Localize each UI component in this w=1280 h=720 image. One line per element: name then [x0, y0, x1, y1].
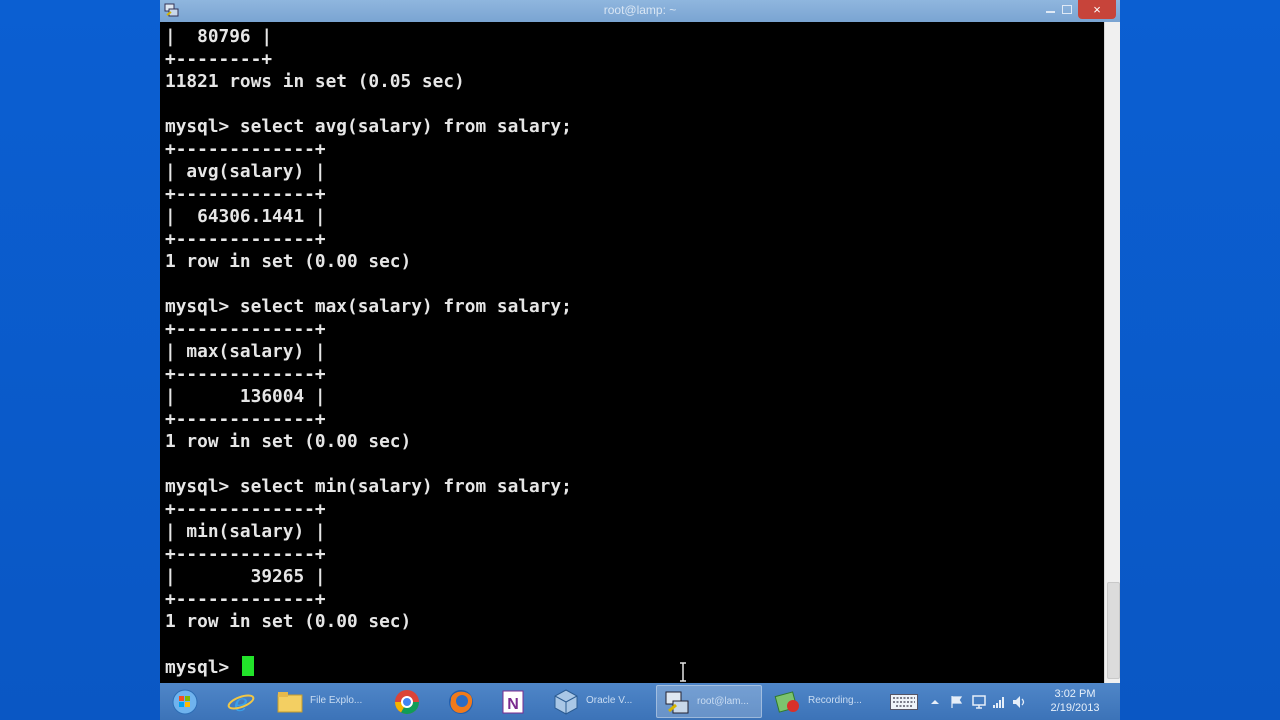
terminal-line: | avg(salary) | — [165, 161, 326, 182]
vertical-scrollbar[interactable] — [1104, 22, 1120, 683]
minimize-button[interactable] — [1038, 0, 1062, 19]
taskbar-clock[interactable]: 3:02 PM 2/19/2013 — [1040, 687, 1110, 715]
terminal-line: | 80796 | — [165, 26, 273, 47]
terminal-line: mysql> select avg(salary) from salary; — [165, 116, 572, 137]
keyboard-icon[interactable] — [890, 694, 918, 710]
minimize-icon — [1046, 11, 1055, 13]
desktop-left — [0, 0, 160, 720]
flag-icon[interactable] — [950, 695, 964, 709]
chrome-icon — [395, 690, 419, 715]
taskbar-putty[interactable]: root@lam... — [656, 685, 762, 718]
svg-text:N: N — [507, 696, 519, 713]
firefox-icon — [449, 690, 473, 714]
terminal-cursor — [241, 656, 254, 676]
terminal-line: | 39265 | — [165, 566, 326, 587]
terminal-line: mysql> select max(salary) from salary; — [165, 296, 572, 317]
svg-text:e: e — [234, 689, 248, 716]
taskbar-file-explorer[interactable]: File Explo... — [270, 685, 374, 718]
window-title: root@lamp: ~ — [603, 3, 677, 17]
terminal-line: +-------------+ — [165, 543, 326, 565]
terminal-line: 1 row in set (0.00 sec) — [165, 431, 412, 452]
recording-icon — [774, 691, 799, 713]
terminal-area[interactable]: | 80796 | +--------+ 11821 rows in set (… — [160, 22, 1104, 683]
taskbar-firefox[interactable] — [440, 685, 482, 718]
chevron-up-icon[interactable] — [930, 697, 940, 707]
terminal-line: +--------+ — [165, 48, 273, 70]
onenote-icon: N — [502, 690, 524, 714]
taskbar-label: Oracle V... — [586, 695, 633, 706]
terminal-line: +-------------+ — [165, 138, 326, 160]
window-titlebar[interactable]: root@lamp: ~ × — [160, 0, 1120, 22]
monitor-icon[interactable] — [972, 695, 986, 709]
putty-icon — [665, 691, 689, 714]
terminal-line: 1 row in set (0.00 sec) — [165, 251, 412, 272]
maximize-icon — [1062, 5, 1072, 14]
terminal-prompt-line[interactable]: mysql> — [165, 656, 572, 679]
terminal-line: +-------------+ — [165, 183, 326, 205]
scrollbar-thumb[interactable] — [1107, 582, 1120, 679]
windows-start-icon — [172, 689, 198, 715]
terminal-line: +-------------+ — [165, 363, 326, 385]
terminal-line: +-------------+ — [165, 408, 326, 430]
terminal-line: 11821 rows in set (0.05 sec) — [165, 71, 465, 92]
terminal-line: | 64306.1441 | — [165, 206, 326, 227]
putty-window[interactable]: root@lamp: ~ × | 80796 | +--------+ 1182… — [160, 0, 1120, 683]
taskbar-virtualbox[interactable]: Oracle V... — [546, 685, 650, 718]
internet-explorer-icon: e — [227, 689, 255, 716]
taskbar-label: Recording... — [808, 695, 862, 706]
folder-icon — [277, 692, 303, 713]
terminal-line: | 136004 | — [165, 386, 326, 407]
clock-time: 3:02 PM — [1054, 688, 1096, 700]
taskbar: e File Explo... N Oracle V... root@lam..… — [160, 683, 1120, 720]
ibeam-cursor-icon — [680, 662, 686, 682]
taskbar-onenote[interactable]: N — [492, 685, 534, 718]
clock-date: 2/19/2013 — [1050, 702, 1100, 714]
virtualbox-icon — [554, 689, 578, 715]
taskbar-label: root@lam... — [697, 696, 749, 707]
terminal-line: | min(salary) | — [165, 521, 326, 542]
taskbar-recording[interactable]: Recording... — [768, 685, 872, 718]
terminal-line: +-------------+ — [165, 318, 326, 340]
taskbar-label: File Explo... — [310, 695, 363, 706]
speaker-icon[interactable] — [1012, 695, 1026, 709]
close-icon: × — [1093, 2, 1101, 17]
terminal-line: mysql> select min(salary) from salary; — [165, 476, 572, 497]
system-tray — [884, 683, 1034, 720]
putty-icon[interactable] — [164, 3, 179, 18]
terminal-line: | max(salary) | — [165, 341, 326, 362]
terminal-line: +-------------+ — [165, 588, 326, 610]
taskbar-internet-explorer[interactable]: e — [220, 685, 262, 718]
desktop-right — [1120, 0, 1280, 720]
terminal-line: +-------------+ — [165, 228, 326, 250]
taskbar-chrome[interactable] — [386, 685, 428, 718]
terminal-line: +-------------+ — [165, 498, 326, 520]
terminal-line: 1 row in set (0.00 sec) — [165, 611, 412, 632]
terminal-prompt: mysql> — [165, 657, 240, 678]
network-signal-icon[interactable] — [992, 695, 1006, 709]
start-button[interactable] — [164, 685, 206, 718]
terminal-output: | 80796 | +--------+ 11821 rows in set (… — [165, 26, 572, 679]
close-button[interactable]: × — [1078, 0, 1116, 19]
